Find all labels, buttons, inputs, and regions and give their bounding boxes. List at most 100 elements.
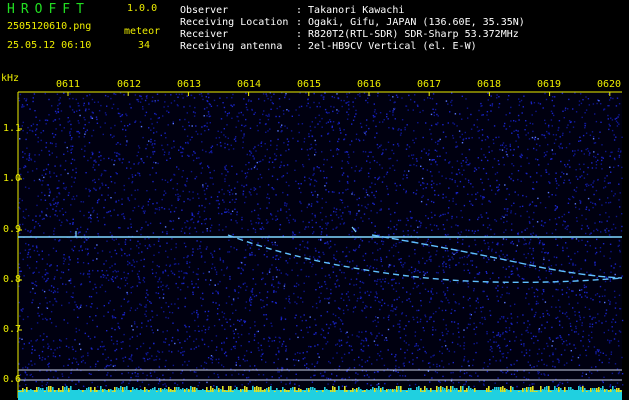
noise-dot bbox=[385, 148, 387, 151]
noise-dot bbox=[23, 343, 25, 345]
noise-dot bbox=[459, 257, 461, 259]
noise-dot bbox=[556, 206, 558, 208]
noise-dot bbox=[262, 299, 264, 302]
noise-dot bbox=[244, 201, 246, 204]
noise-dot bbox=[555, 229, 557, 231]
noise-dot bbox=[235, 140, 237, 142]
noise-dot bbox=[204, 193, 206, 195]
noise-dot bbox=[365, 189, 368, 191]
noise-dot bbox=[450, 101, 452, 103]
noise-dot bbox=[509, 145, 511, 147]
noise-dot bbox=[217, 292, 219, 295]
noise-dot bbox=[76, 228, 79, 230]
noise-dot bbox=[148, 127, 150, 129]
noise-dot bbox=[301, 320, 303, 322]
noise-dot bbox=[542, 248, 544, 250]
noise-dot bbox=[231, 117, 233, 119]
noise-dot bbox=[315, 302, 318, 305]
noise-dot bbox=[388, 375, 390, 377]
noise-dot bbox=[131, 354, 133, 356]
noise-dot bbox=[537, 302, 539, 305]
noise-dot bbox=[418, 220, 421, 223]
noise-dot bbox=[200, 365, 202, 367]
noise-dot bbox=[480, 148, 483, 150]
noise-dot bbox=[299, 92, 301, 94]
noise-dot bbox=[523, 95, 525, 97]
noise-dot bbox=[70, 149, 72, 151]
noise-dot bbox=[603, 187, 605, 189]
noise-dot bbox=[358, 210, 360, 212]
noise-dot bbox=[109, 210, 111, 212]
noise-dot bbox=[201, 126, 203, 128]
noise-dot bbox=[298, 114, 300, 116]
noise-dot bbox=[233, 323, 235, 326]
noise-dot bbox=[40, 132, 42, 134]
noise-dot bbox=[195, 346, 197, 349]
noise-dot bbox=[25, 242, 27, 245]
noise-dot bbox=[153, 342, 155, 345]
noise-dot bbox=[413, 163, 415, 166]
noise-dot bbox=[461, 174, 463, 176]
noise-dot bbox=[501, 353, 503, 355]
noise-dot bbox=[68, 263, 70, 265]
noise-dot bbox=[110, 134, 112, 136]
noise-dot bbox=[546, 130, 548, 133]
noise-dot bbox=[331, 373, 333, 375]
noise-dot bbox=[377, 353, 379, 355]
noise-dot bbox=[131, 336, 134, 338]
noise-dot bbox=[431, 334, 434, 336]
noise-dot bbox=[170, 102, 173, 104]
noise-dot bbox=[417, 122, 419, 124]
noise-dot bbox=[153, 127, 155, 129]
noise-dot bbox=[615, 302, 617, 304]
noise-dot bbox=[409, 300, 412, 303]
noise-dot bbox=[399, 337, 402, 339]
noise-dot bbox=[41, 211, 43, 214]
noise-dot bbox=[286, 138, 289, 140]
noise-dot bbox=[321, 197, 323, 200]
noise-dot bbox=[173, 273, 176, 276]
noise-dot bbox=[164, 383, 166, 385]
noise-dot bbox=[161, 144, 163, 147]
noise-dot bbox=[144, 238, 146, 240]
noise-dot bbox=[437, 194, 440, 196]
noise-dot bbox=[567, 225, 569, 227]
noise-dot bbox=[443, 271, 445, 273]
noise-dot bbox=[345, 332, 347, 335]
noise-dot bbox=[29, 291, 32, 293]
noise-dot bbox=[163, 293, 165, 295]
noise-dot bbox=[164, 132, 166, 134]
noise-dot bbox=[341, 160, 343, 162]
noise-dot bbox=[441, 175, 443, 177]
noise-dot bbox=[486, 282, 488, 284]
noise-dot bbox=[378, 300, 380, 303]
noise-dot bbox=[544, 92, 546, 95]
noise-dot bbox=[466, 372, 468, 374]
noise-dot bbox=[155, 113, 157, 116]
noise-dot bbox=[27, 251, 30, 254]
noise-dot bbox=[495, 136, 497, 139]
noise-dot bbox=[221, 342, 223, 344]
noise-dot bbox=[534, 136, 537, 139]
noise-dot bbox=[142, 136, 144, 139]
noise-dot bbox=[613, 166, 615, 168]
noise-dot bbox=[192, 197, 194, 199]
noise-dot bbox=[89, 366, 92, 368]
noise-dot bbox=[210, 252, 212, 254]
noise-dot bbox=[552, 381, 554, 383]
noise-dot bbox=[462, 160, 464, 162]
noise-dot bbox=[551, 232, 554, 235]
noise-dot bbox=[67, 121, 69, 123]
noise-dot bbox=[102, 274, 104, 276]
noise-dot bbox=[28, 363, 30, 365]
noise-dot bbox=[191, 254, 194, 256]
noise-dot bbox=[525, 352, 528, 354]
noise-dot bbox=[311, 265, 313, 268]
noise-dot bbox=[82, 97, 85, 100]
noise-dot bbox=[51, 152, 53, 154]
noise-dot bbox=[142, 205, 144, 207]
noise-dot bbox=[273, 188, 275, 191]
noise-dot bbox=[249, 247, 252, 249]
noise-dot bbox=[523, 343, 525, 345]
noise-dot bbox=[191, 125, 193, 127]
